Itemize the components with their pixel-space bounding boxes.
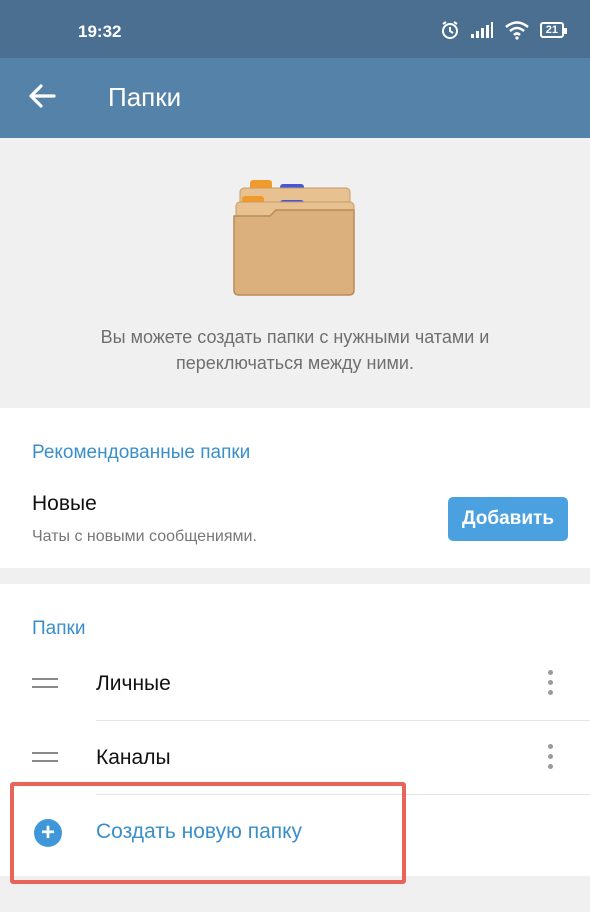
more-vert-icon[interactable] <box>540 668 560 698</box>
folder-row[interactable]: Личные <box>0 648 590 722</box>
folders-section: Папки Личные Каналы + Создать новую папк… <box>0 584 590 876</box>
alarm-icon <box>441 21 458 39</box>
divider <box>96 720 590 721</box>
folder-row[interactable]: Каналы <box>0 722 590 796</box>
battery-icon: 21 <box>539 22 568 38</box>
drag-handle-icon[interactable] <box>32 750 58 764</box>
drag-handle-icon[interactable] <box>32 676 58 690</box>
folder-label: Каналы <box>96 746 171 769</box>
folder-illustration <box>233 180 355 296</box>
folder-label: Личные <box>96 672 171 695</box>
more-vert-icon[interactable] <box>540 742 560 772</box>
create-folder-label: Создать новую папку <box>96 820 303 843</box>
folders-description: Вы можете создать папки с нужными чатами… <box>100 327 490 373</box>
app-bar: Папки <box>0 58 590 138</box>
back-arrow-icon[interactable] <box>26 80 58 112</box>
recommended-folder-description: Чаты с новыми сообщениями. <box>32 528 257 545</box>
status-time: 19:32 <box>78 22 122 41</box>
recommended-folders-section: Рекомендованные папки Новые Чаты с новым… <box>0 408 590 568</box>
wifi-icon <box>504 21 529 40</box>
recommended-title: Рекомендованные папки <box>32 442 251 463</box>
folders-title: Папки <box>32 618 86 639</box>
page-title: Папки <box>108 82 182 112</box>
signal-icon <box>470 22 493 38</box>
create-folder-button[interactable]: + Создать новую папку <box>0 794 590 868</box>
recommended-folder-name: Новые <box>32 492 97 515</box>
status-bar: 19:32 21 <box>0 0 590 58</box>
folders-intro: Вы можете создать папки с нужными чатами… <box>0 138 590 408</box>
status-icons: 21 <box>440 20 568 40</box>
plus-circle-icon: + <box>34 819 62 847</box>
add-folder-button[interactable]: Добавить <box>448 497 568 541</box>
